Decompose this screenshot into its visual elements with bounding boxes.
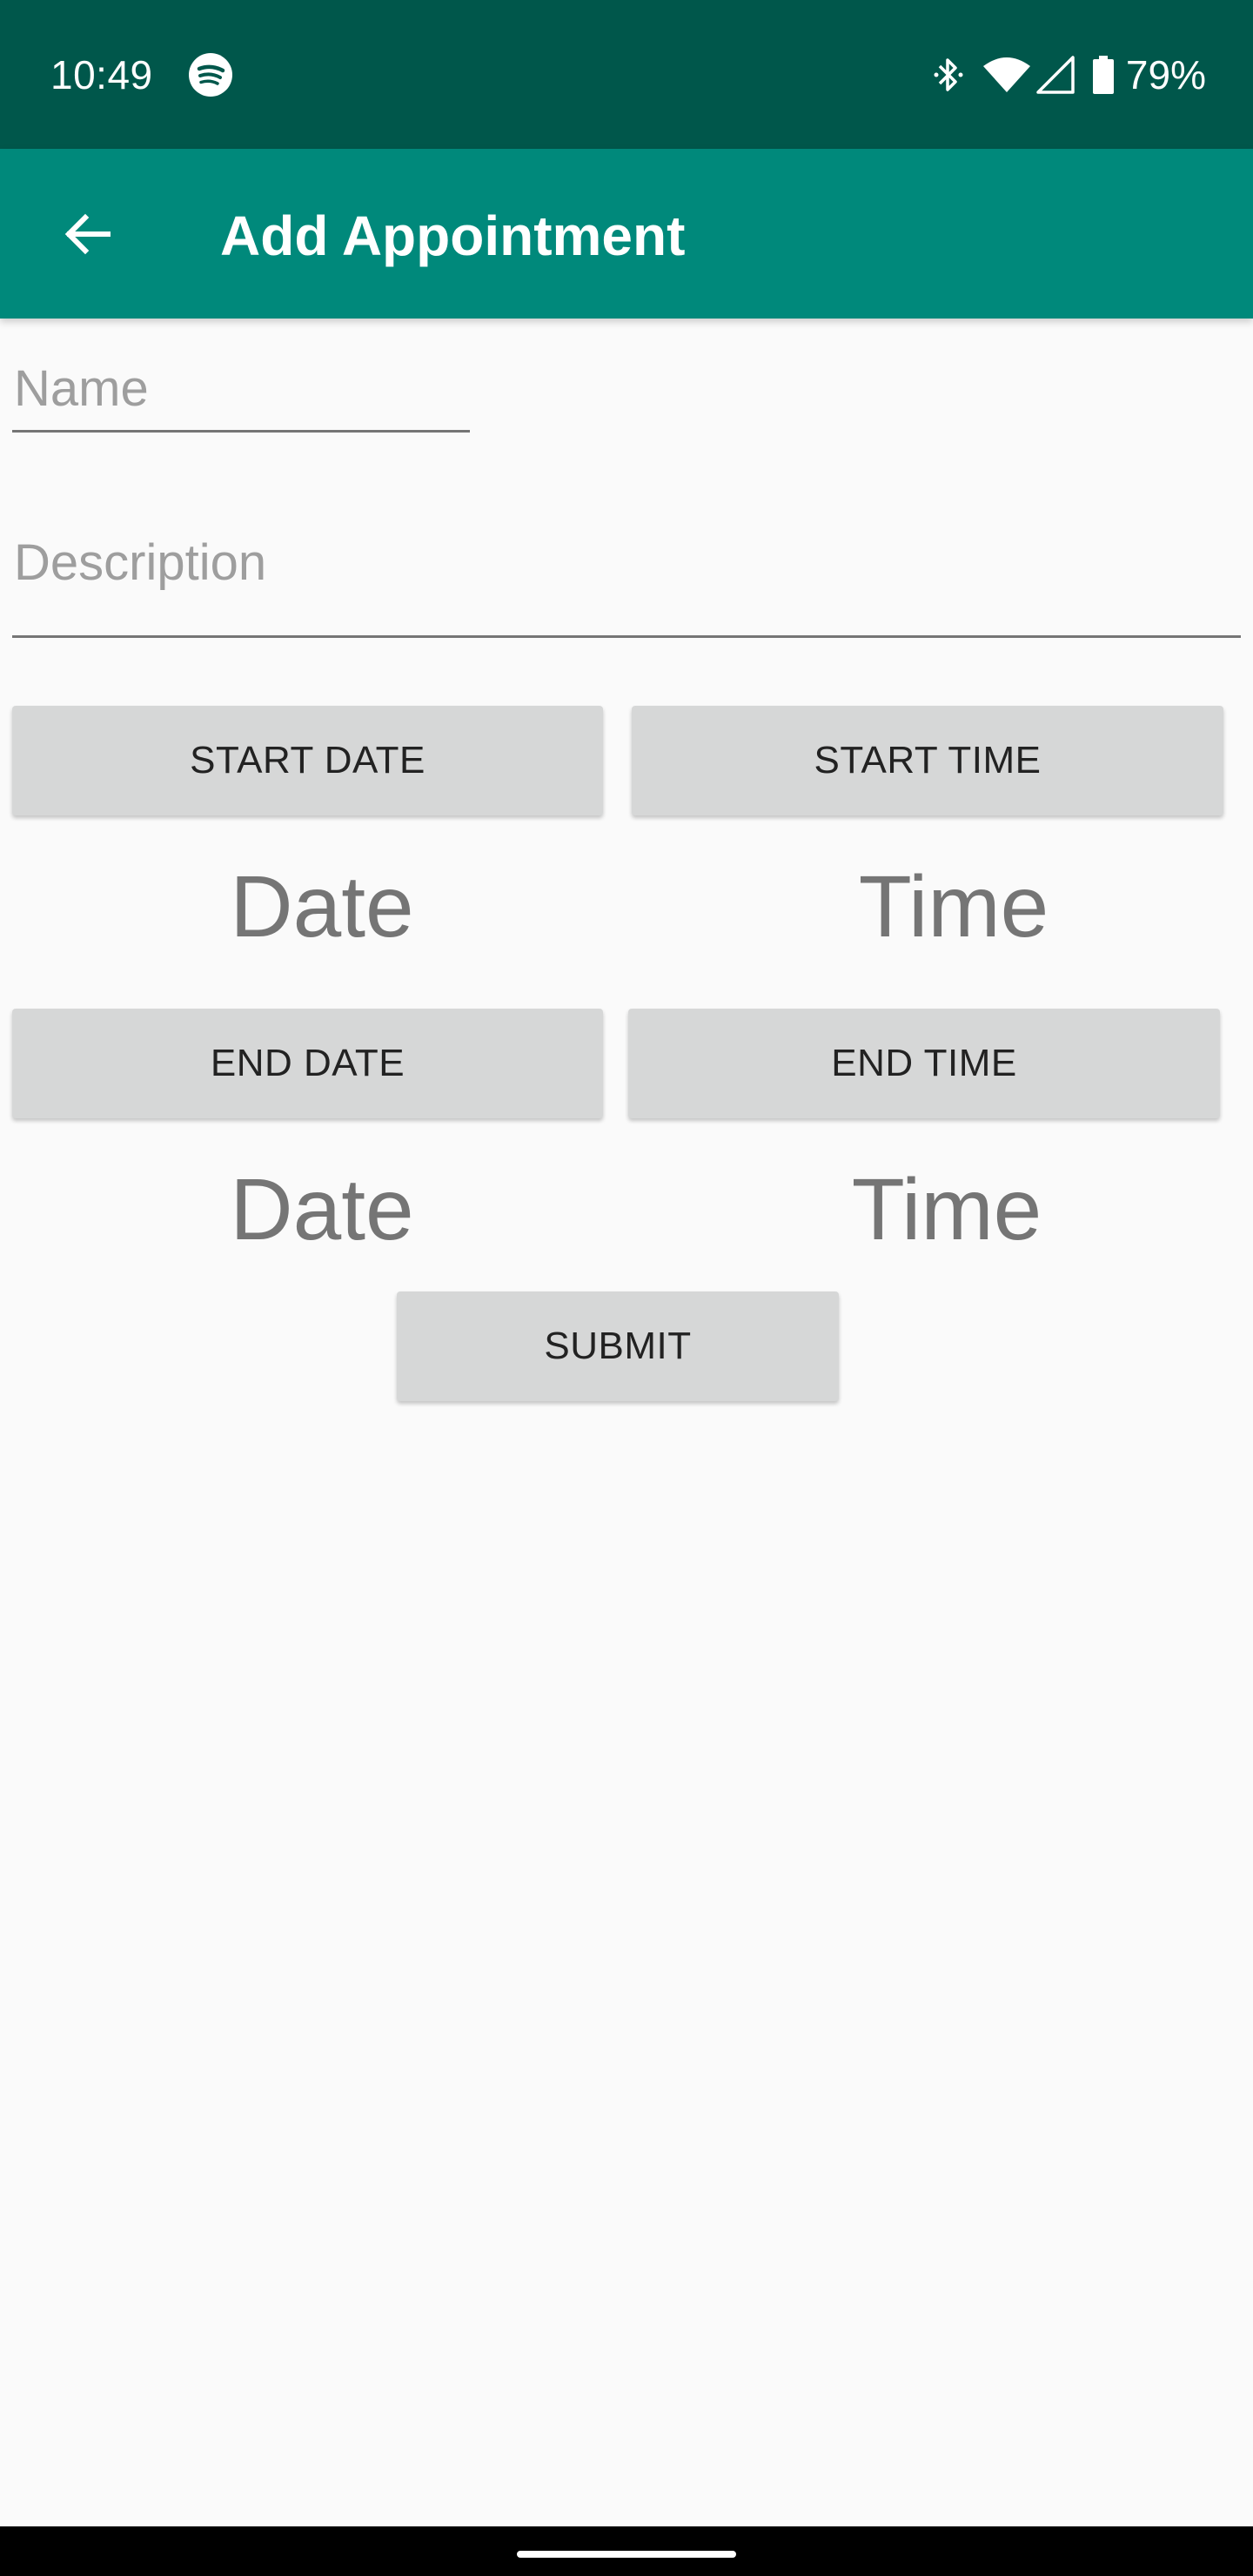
- spotify-icon: [189, 53, 232, 97]
- battery-percentage: 79%: [1125, 52, 1206, 97]
- description-field[interactable]: Description: [12, 522, 1241, 639]
- submit-button[interactable]: SUBMIT: [397, 1291, 839, 1401]
- start-time-button[interactable]: START TIME: [632, 706, 1223, 815]
- name-placeholder: Name: [14, 360, 149, 417]
- page-title: Add Appointment: [220, 205, 686, 267]
- name-underline: [12, 430, 470, 433]
- bluetooth-icon: [934, 58, 963, 91]
- status-bar: 10:49 79%: [0, 0, 1253, 149]
- back-button[interactable]: [50, 198, 124, 271]
- wifi-icon: [982, 57, 1030, 92]
- home-indicator[interactable]: [517, 2551, 736, 2558]
- name-field[interactable]: Name: [12, 350, 470, 433]
- start-date-value: Date: [230, 858, 414, 956]
- start-time-value: Time: [858, 858, 1049, 956]
- battery-icon: [1092, 56, 1114, 94]
- signal-icon: [1036, 56, 1075, 94]
- status-time: 10:49: [50, 52, 153, 97]
- end-date-button[interactable]: END DATE: [12, 1009, 603, 1118]
- arrow-back-icon: [64, 213, 111, 255]
- description-underline: [12, 635, 1241, 638]
- end-time-button[interactable]: END TIME: [628, 1009, 1220, 1118]
- description-placeholder: Description: [14, 534, 267, 591]
- end-date-value: Date: [230, 1161, 414, 1258]
- end-time-value: Time: [851, 1161, 1042, 1258]
- start-date-button[interactable]: START DATE: [12, 706, 603, 815]
- status-icons: 79%: [931, 49, 1206, 101]
- app-bar: Add Appointment: [0, 149, 1253, 319]
